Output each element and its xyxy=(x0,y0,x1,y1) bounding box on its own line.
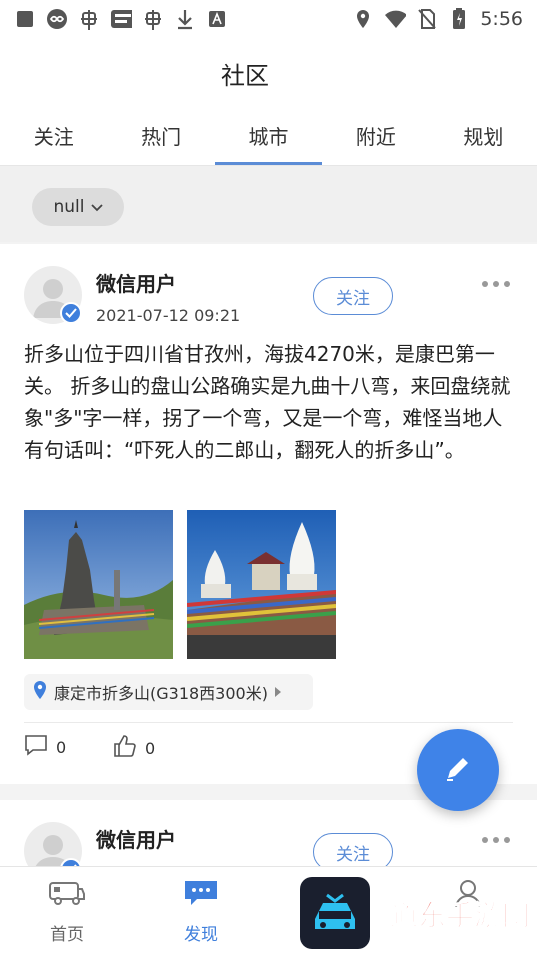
header: 社区 xyxy=(0,38,537,110)
post-photo-white-stupas[interactable] xyxy=(187,510,336,659)
bug-icon xyxy=(142,8,164,30)
city-filter-chip[interactable]: null xyxy=(32,188,124,226)
post-photo-stupa-prayer-flags[interactable] xyxy=(24,510,173,659)
chat-bubble-icon xyxy=(183,879,219,912)
more-options-icon[interactable] xyxy=(482,834,514,846)
comment-icon xyxy=(24,734,48,760)
location-pin-icon xyxy=(32,680,48,704)
chevron-right-icon xyxy=(274,683,282,702)
location-text: 康定市折多山(G318西300米) xyxy=(54,684,268,703)
app-logo-icon xyxy=(300,877,370,949)
thumbs-up-icon xyxy=(113,734,137,762)
comment-button[interactable]: 0 xyxy=(24,734,66,760)
app-badge-icon xyxy=(110,8,132,30)
more-options-icon[interactable] xyxy=(482,278,514,290)
tab-bar: 关注 热门 城市 附近 规划 xyxy=(0,110,537,166)
rv-icon xyxy=(48,879,86,912)
wifi-icon xyxy=(384,8,407,30)
tab-planning[interactable]: 规划 xyxy=(430,110,537,165)
page-title: 社区 xyxy=(221,62,269,90)
battery-icon xyxy=(448,8,470,30)
nav-home-label: 首页 xyxy=(50,925,84,945)
comment-count: 0 xyxy=(56,737,67,757)
a-icon xyxy=(206,8,228,30)
tab-nearby[interactable]: 附近 xyxy=(322,110,429,165)
status-time: 5:56 xyxy=(480,8,523,30)
like-count: 0 xyxy=(145,738,156,758)
nav-discover[interactable]: 发现 xyxy=(161,879,241,945)
status-bar: 5:56 xyxy=(0,0,537,38)
pencil-icon xyxy=(442,752,474,788)
download-icon xyxy=(174,8,196,30)
tab-following[interactable]: 关注 xyxy=(0,110,107,165)
city-filter-label: null xyxy=(53,197,85,217)
svg-text:道东手游网: 道东手游网 xyxy=(390,899,530,932)
post-content: 折多山位于四川省甘孜州，海拔4270米，是康巴第一关。 折多山的盘山公路确实是九… xyxy=(24,342,511,462)
chevron-down-icon xyxy=(90,197,103,217)
post-card: 微信用户 2021-07-12 09:21 关注 折多山位于四川省甘孜州，海拔4… xyxy=(0,244,537,784)
no-sim-icon xyxy=(416,8,438,30)
follow-button[interactable]: 关注 xyxy=(313,277,393,315)
nav-discover-label: 发现 xyxy=(184,925,218,945)
post-date: 2021-07-12 09:21 xyxy=(96,306,241,325)
tab-hot[interactable]: 热门 xyxy=(107,110,214,165)
create-post-button[interactable] xyxy=(417,729,499,811)
bottom-nav: 首页 发现 道东手游网 xyxy=(0,866,537,954)
tab-city[interactable]: 城市 xyxy=(214,110,323,165)
infinity-icon xyxy=(46,8,68,30)
post-location[interactable]: 康定市折多山(G318西300米) xyxy=(24,674,313,710)
like-button[interactable]: 0 xyxy=(113,734,155,762)
square-icon xyxy=(14,8,36,30)
bug-icon xyxy=(78,8,100,30)
divider xyxy=(24,722,513,723)
watermark-logo: 道东手游网 xyxy=(390,899,530,933)
filter-bar: null xyxy=(0,166,537,242)
location-icon xyxy=(352,8,374,30)
nav-home[interactable]: 首页 xyxy=(27,879,107,945)
verified-badge-icon xyxy=(60,302,82,324)
post-username[interactable]: 微信用户 xyxy=(96,268,176,297)
post-username[interactable]: 微信用户 xyxy=(96,824,176,853)
follow-button[interactable]: 关注 xyxy=(313,833,393,866)
